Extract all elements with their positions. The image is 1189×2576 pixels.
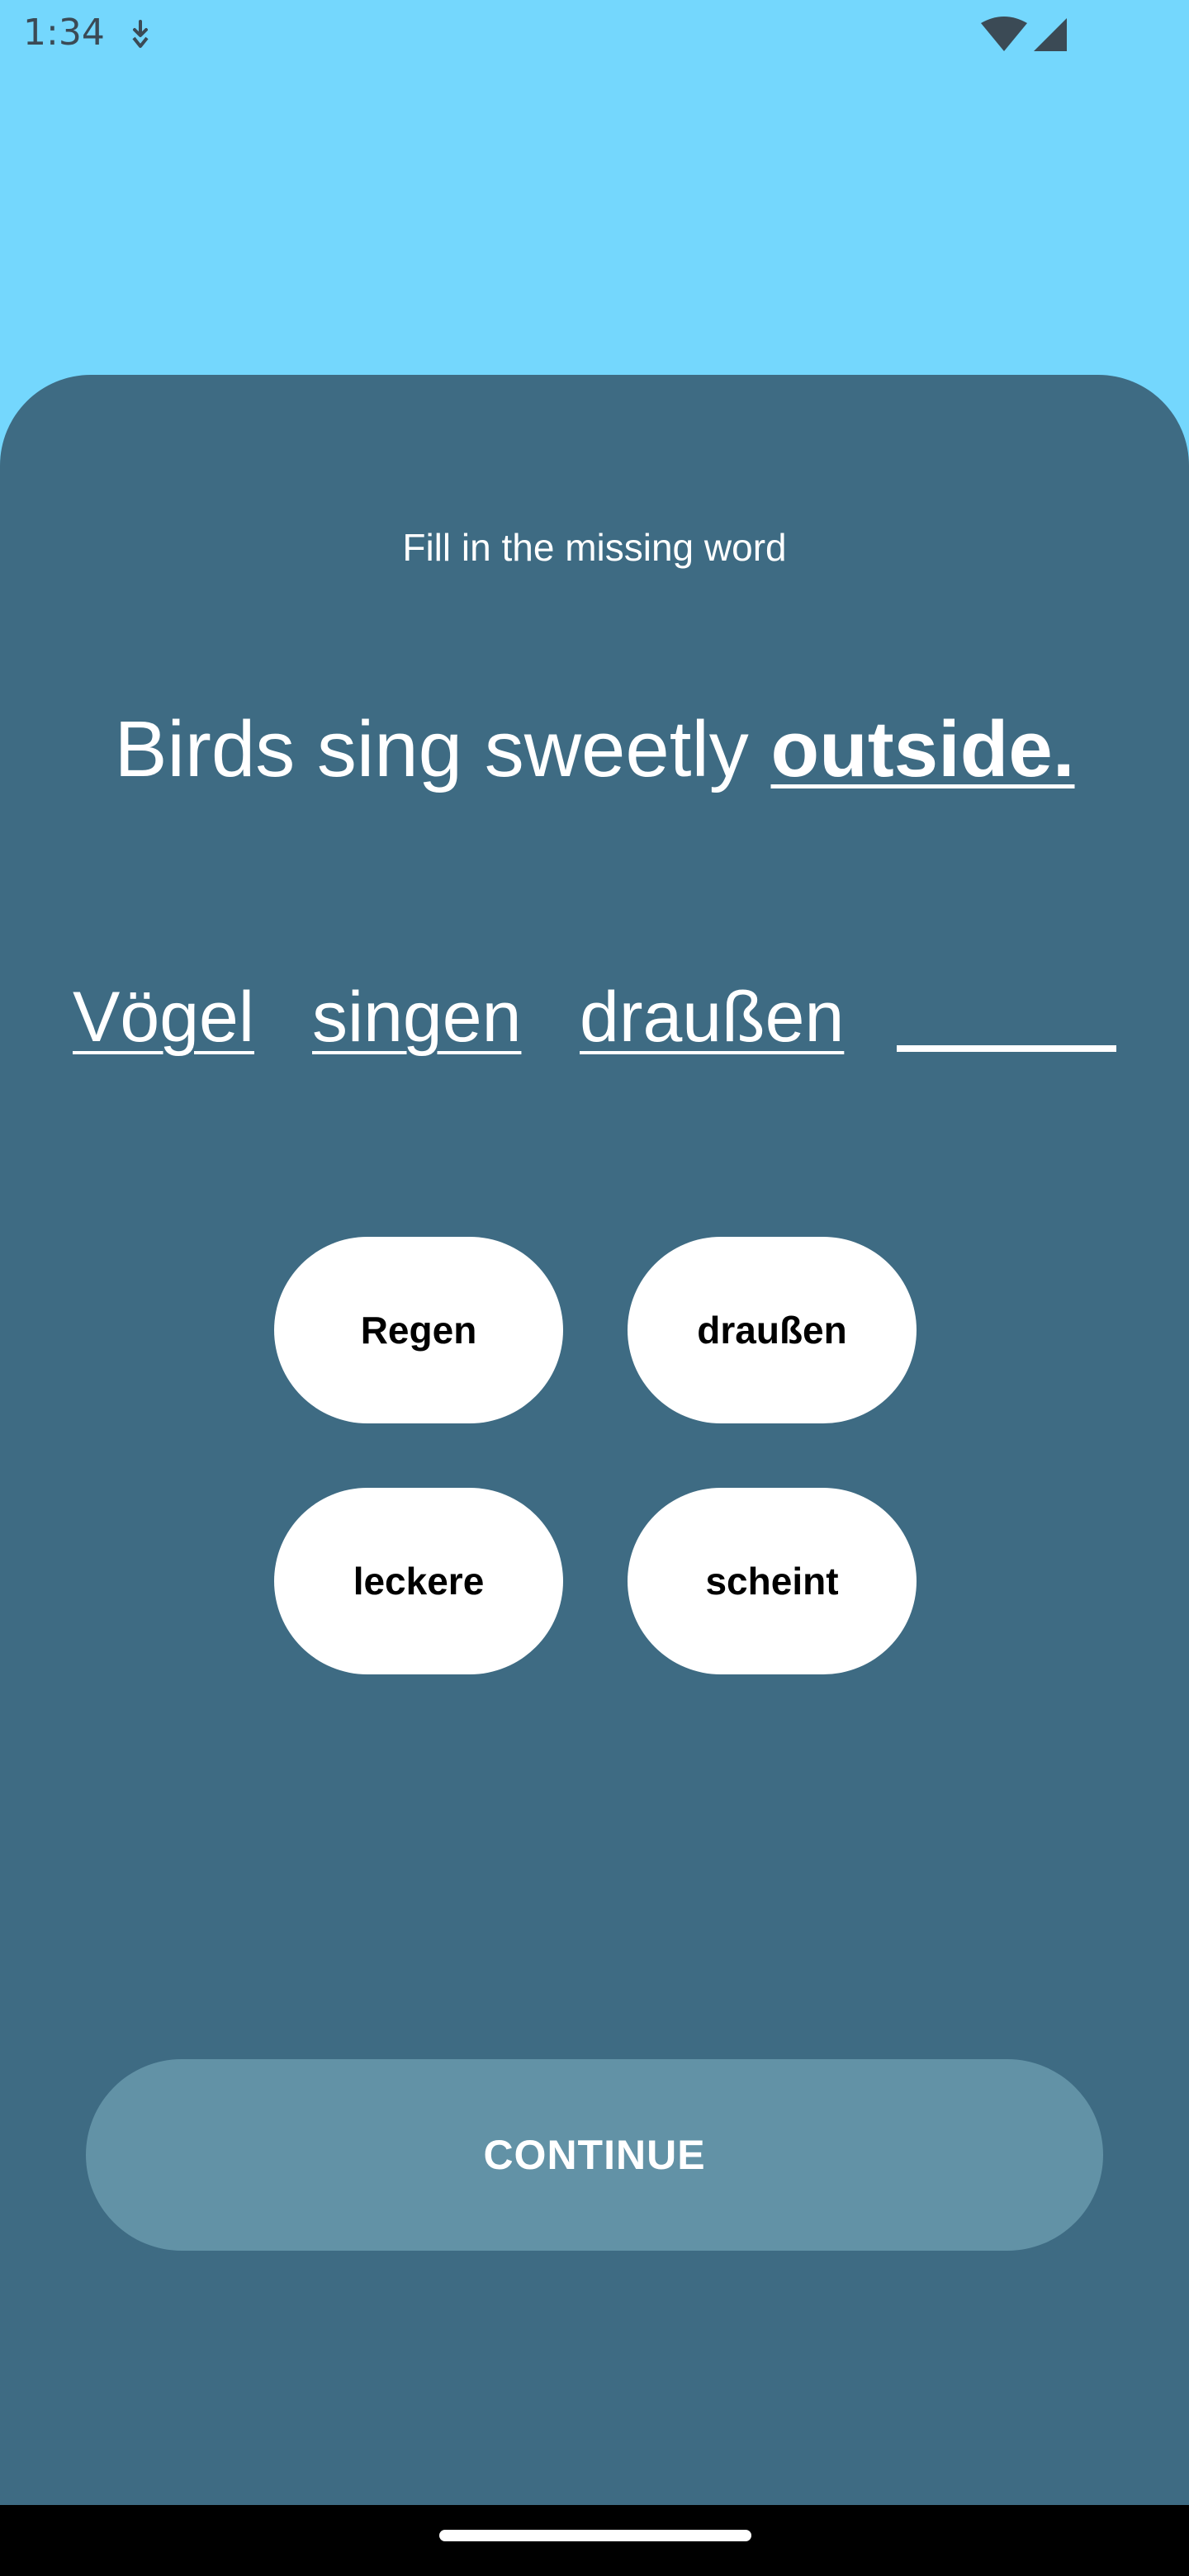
answer-word[interactable]: Vögel xyxy=(73,976,254,1058)
wifi-icon xyxy=(981,17,1027,51)
answer-word[interactable]: draußen xyxy=(580,976,844,1058)
navigation-bar xyxy=(0,2505,1189,2576)
signal-icon xyxy=(1034,18,1067,51)
answer-blank[interactable] xyxy=(897,1045,1116,1052)
continue-button[interactable]: CONTINUE xyxy=(86,2059,1103,2251)
home-handle[interactable] xyxy=(439,2530,751,2541)
status-bar: 1:34 xyxy=(0,0,1189,69)
sentence-text: Birds sing sweetly xyxy=(114,705,771,793)
answer-row: Vögel singen draußen xyxy=(0,976,1189,1067)
choice-chip[interactable]: leckere xyxy=(274,1488,563,1674)
instruction-text: Fill in the missing word xyxy=(402,526,787,569)
choice-chip[interactable]: draußen xyxy=(628,1237,917,1423)
choice-chip[interactable]: scheint xyxy=(628,1488,917,1674)
source-sentence: Birds sing sweetly outside. xyxy=(0,700,1189,799)
highlighted-word: outside. xyxy=(770,705,1075,793)
choice-chip[interactable]: Regen xyxy=(274,1237,563,1423)
answer-word[interactable]: singen xyxy=(312,976,521,1058)
status-time: 1:34 xyxy=(23,12,105,54)
download-icon xyxy=(132,20,149,48)
